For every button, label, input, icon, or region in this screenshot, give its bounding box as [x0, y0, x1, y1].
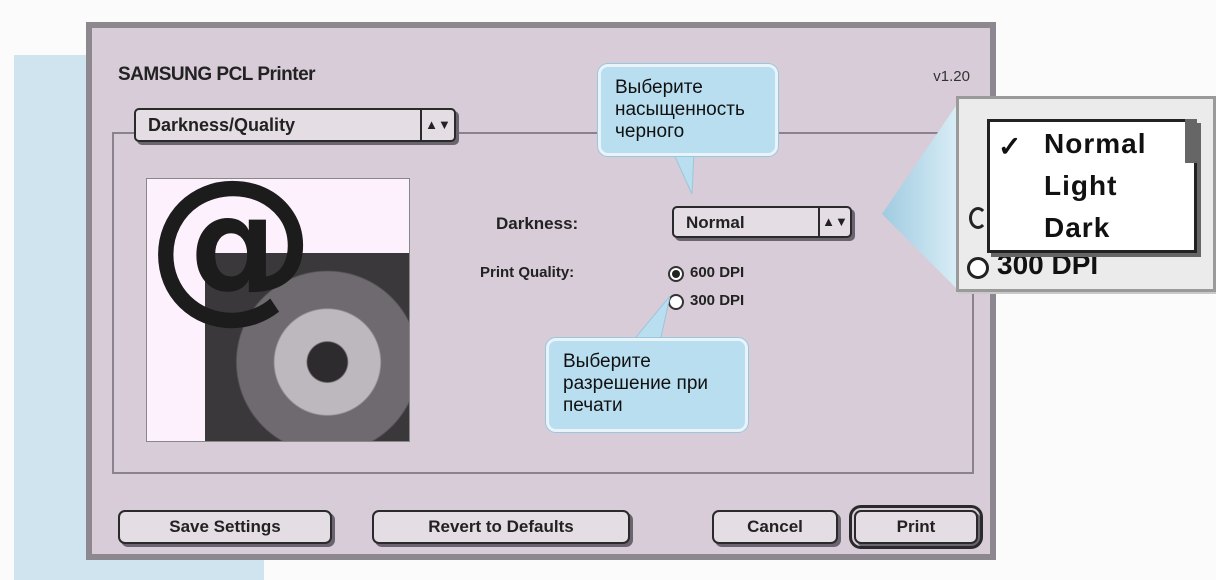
- check-icon: ✓: [998, 131, 1022, 162]
- darkness-select-value: Normal: [686, 213, 745, 232]
- darkness-callout-text: Выберите насыщенность черного: [615, 77, 745, 142]
- version-label: v1.20: [933, 68, 970, 85]
- resolution-callout-text: Выберите разрешение при печати: [563, 351, 708, 416]
- zoom-radio-300-dpi: [967, 257, 989, 279]
- save-settings-button[interactable]: Save Settings: [118, 510, 332, 544]
- at-sign-icon: @: [147, 178, 315, 339]
- dialog-title: SAMSUNG PCL Printer: [118, 64, 316, 85]
- darkness-callout: Выберите насыщенность черного: [598, 64, 778, 156]
- cancel-button[interactable]: Cancel: [712, 510, 838, 544]
- zoom-radio-300-dpi-label: 300 DPI: [997, 249, 1099, 280]
- resolution-callout: Выберите разрешение при печати: [546, 338, 748, 432]
- print-quality-label: Print Quality:: [480, 264, 575, 281]
- section-popup-label: Darkness/Quality: [148, 115, 296, 135]
- sample-image: @: [146, 178, 410, 442]
- callout-tail: [630, 296, 671, 343]
- zoom-wedge: [882, 100, 960, 292]
- menu-item-light[interactable]: Light: [1044, 170, 1117, 202]
- up-down-arrows-icon: ▲▼: [420, 110, 454, 140]
- menu-scrollbar: [1185, 119, 1197, 163]
- radio-600-dpi[interactable]: [668, 266, 684, 282]
- radio-300-dpi-label: 300 DPI: [690, 292, 745, 309]
- section-popup-menu[interactable]: Darkness/Quality ▲▼: [134, 108, 456, 142]
- revert-to-defaults-button[interactable]: Revert to Defaults: [372, 510, 630, 544]
- zoom-panel: 300 DPI ✓ Normal Light Dark: [956, 96, 1216, 292]
- darkness-label: Darkness:: [496, 214, 579, 233]
- darkness-dropdown-menu: ✓ Normal Light Dark: [987, 119, 1197, 253]
- darkness-select[interactable]: Normal ▲▼: [672, 206, 852, 238]
- callout-tail: [671, 150, 695, 195]
- radio-600-dpi-label: 600 DPI: [690, 264, 745, 281]
- menu-item-normal[interactable]: Normal: [1044, 128, 1146, 160]
- menu-item-dark[interactable]: Dark: [1044, 212, 1110, 244]
- print-button[interactable]: Print: [849, 505, 983, 549]
- up-down-arrows-icon: ▲▼: [818, 208, 850, 236]
- partial-radio: [969, 207, 987, 229]
